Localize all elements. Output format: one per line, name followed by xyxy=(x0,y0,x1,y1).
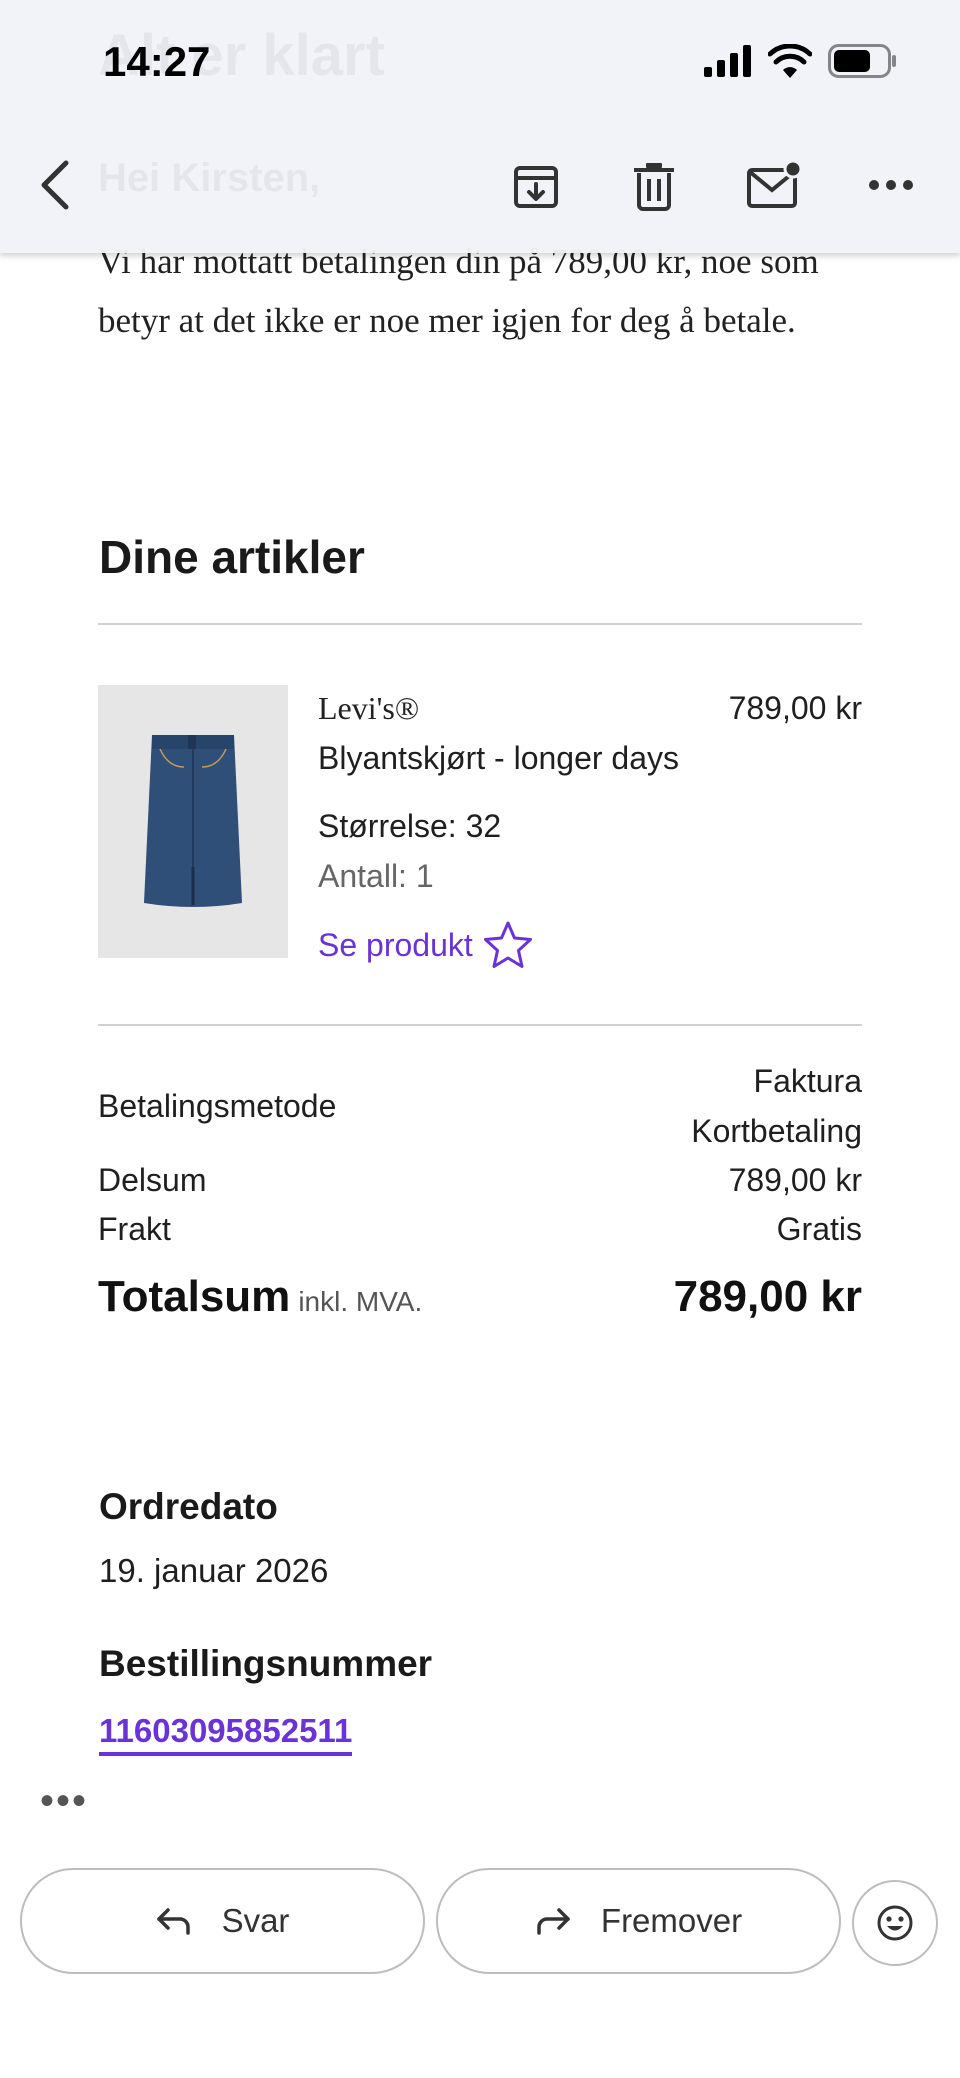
forward-label: Fremover xyxy=(600,1902,743,1939)
subtotal-label: Delsum xyxy=(98,1162,207,1198)
smiley-icon xyxy=(877,1905,913,1941)
shipping-value: Gratis xyxy=(776,1211,862,1247)
divider xyxy=(98,623,862,625)
chevron-left-icon xyxy=(41,160,69,210)
wifi-icon xyxy=(768,44,812,78)
reply-label: Svar xyxy=(221,1902,290,1939)
scrolled-greeting-ghost: Hei Kirsten, xyxy=(98,156,321,200)
reply-icon xyxy=(156,1908,190,1935)
subtotal-value: 789,00 kr xyxy=(728,1162,862,1198)
show-trimmed-content-button[interactable]: ••• xyxy=(40,1781,88,1821)
archive-button[interactable] xyxy=(508,158,564,214)
total-value: 789,00 kr xyxy=(673,1272,862,1321)
payment-method-value-1: Faktura xyxy=(753,1063,862,1099)
battery-icon xyxy=(828,44,896,78)
order-date-value: 19. januar 2026 xyxy=(99,1552,329,1589)
forward-icon xyxy=(537,1908,570,1935)
back-button[interactable] xyxy=(30,155,80,215)
payment-method-value-2: Kortbetaling xyxy=(691,1113,862,1149)
product-name: Blyantskjørt - longer days xyxy=(318,740,680,776)
product-brand: Levi's® xyxy=(318,690,420,726)
more-horizontal-icon xyxy=(869,180,913,190)
mark-unread-button[interactable] xyxy=(744,156,804,214)
product-price: 789,00 kr xyxy=(728,690,862,726)
forward-button[interactable]: Fremover xyxy=(436,1868,841,1974)
divider xyxy=(98,1024,862,1026)
see-product-label: Se produkt xyxy=(318,926,473,963)
status-icons xyxy=(702,44,898,78)
emoji-reaction-button[interactable] xyxy=(852,1880,938,1966)
order-number-heading: Bestillingsnummer xyxy=(99,1643,433,1684)
total-vat-note: inkl. MVA. xyxy=(298,1286,423,1317)
mail-unread-icon xyxy=(747,160,802,208)
product-image[interactable] xyxy=(98,685,288,958)
top-bar: Alt er klart Hei Kirsten, 14:27 xyxy=(0,0,960,253)
order-date-heading: Ordredato xyxy=(99,1486,278,1527)
star-icon xyxy=(483,921,532,968)
status-time: 14:27 xyxy=(103,38,211,85)
delete-button[interactable] xyxy=(626,158,682,214)
signal-icon xyxy=(704,45,751,77)
more-options-button[interactable] xyxy=(862,170,920,200)
trash-icon xyxy=(634,163,674,211)
reply-button[interactable]: Svar xyxy=(20,1868,425,1974)
items-heading: Dine artikler xyxy=(99,531,365,583)
order-number-link[interactable]: 11603095852511 xyxy=(99,1712,353,1756)
see-product-link[interactable]: Se produkt xyxy=(318,920,533,970)
shipping-label: Frakt xyxy=(98,1211,171,1247)
total-label: Totalsum inkl. MVA. xyxy=(98,1272,422,1322)
payment-method-label: Betalingsmetode xyxy=(98,1088,337,1124)
product-quantity: Antall: 1 xyxy=(318,858,434,894)
denim-skirt-image xyxy=(144,734,242,907)
total-label-text: Totalsum xyxy=(98,1272,291,1321)
archive-icon xyxy=(514,166,558,208)
product-size: Størrelse: 32 xyxy=(318,808,502,844)
